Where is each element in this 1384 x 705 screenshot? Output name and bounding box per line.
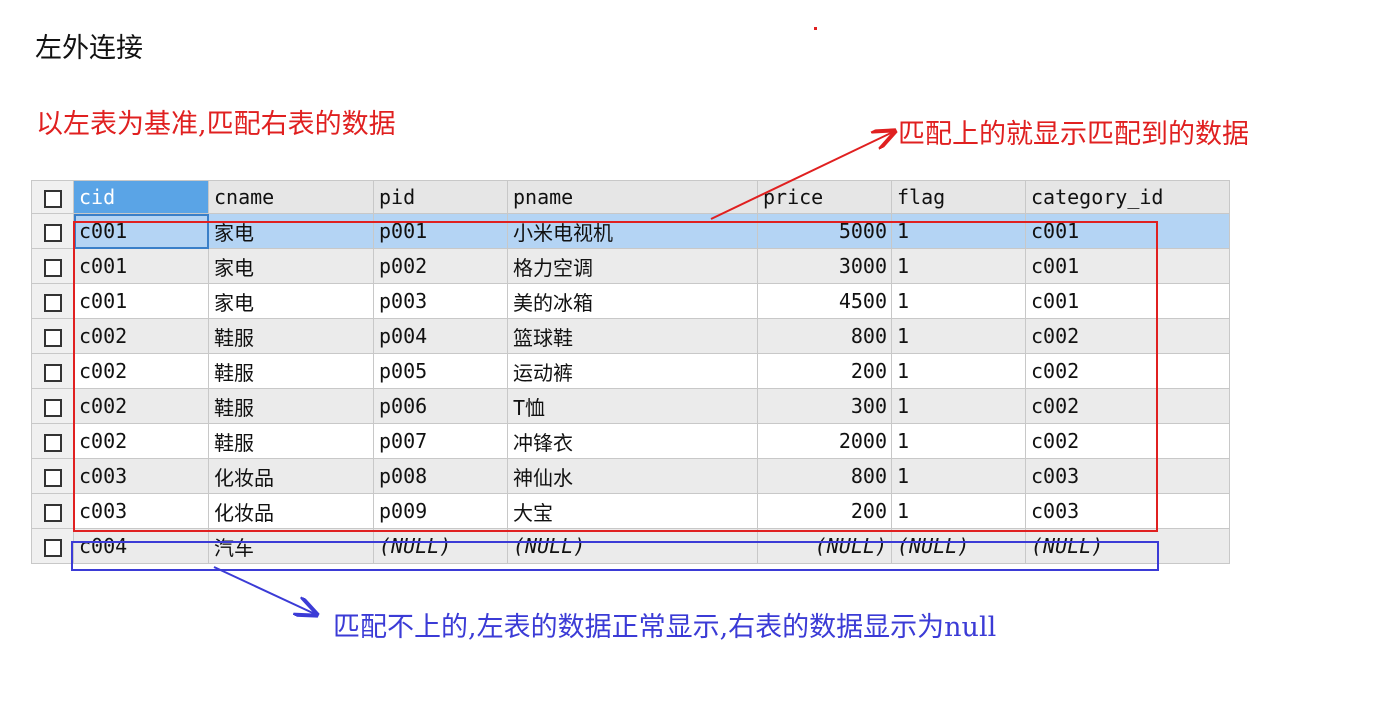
matched-arrow-icon bbox=[710, 132, 893, 220]
annotation-arrows bbox=[213, 0, 1384, 705]
unmatched-arrow-icon bbox=[213, 566, 315, 614]
